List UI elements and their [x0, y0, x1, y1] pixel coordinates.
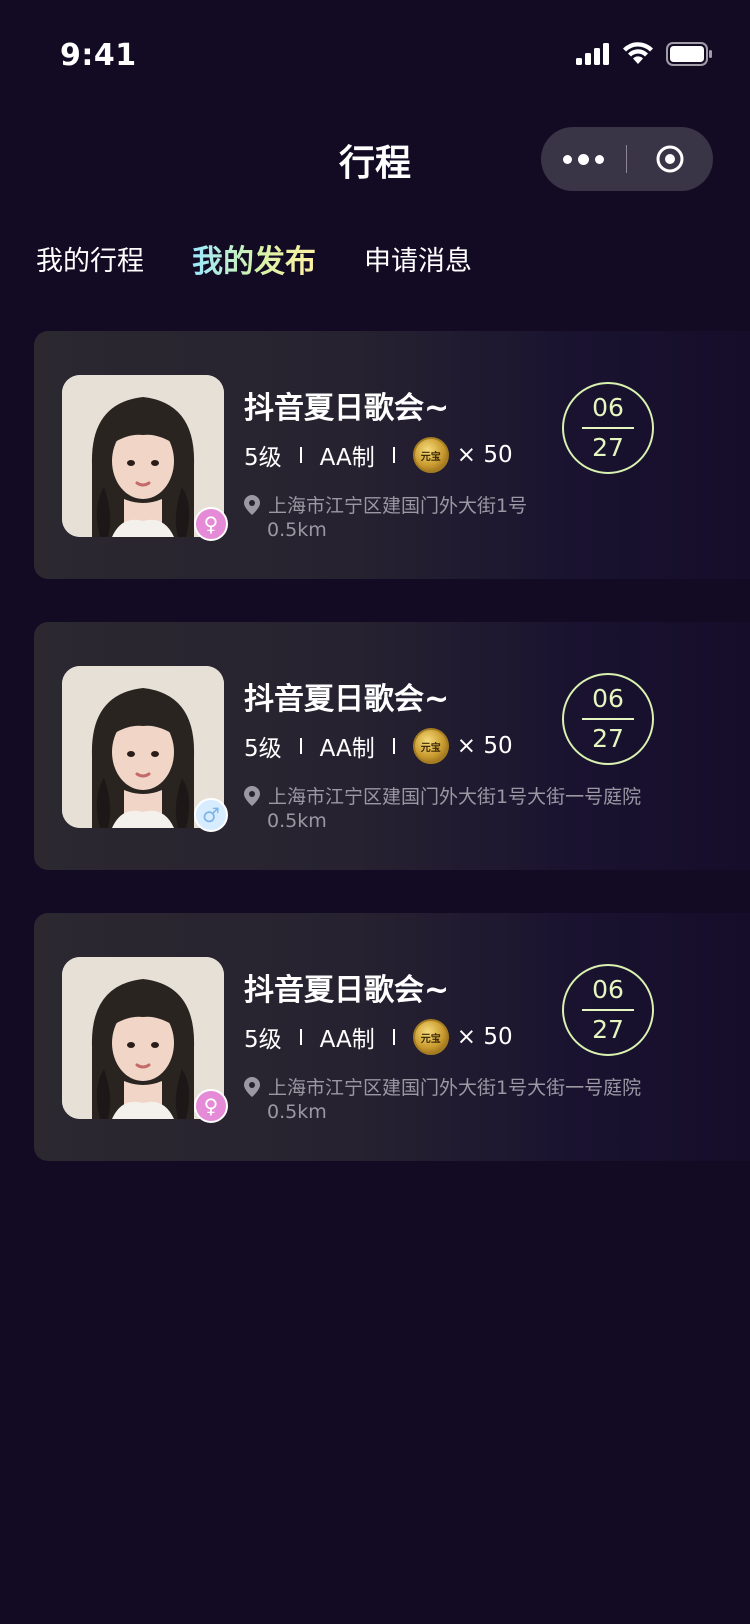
tab-applications[interactable]: 申请消息 [364, 242, 472, 282]
avatar-wrap: ♀ [62, 957, 228, 1123]
date-badge: 06 27 [562, 382, 654, 474]
date-day: 27 [592, 433, 624, 462]
payment-label: AA制 [319, 1027, 375, 1053]
date-badge: 06 27 [562, 673, 654, 765]
more-dot-right [595, 154, 604, 164]
date-divider [582, 1009, 634, 1011]
location-pin-icon [244, 494, 260, 515]
meta-divider [299, 447, 302, 463]
meta-divider [299, 738, 302, 754]
more-dot-center [578, 153, 589, 165]
meta-divider [392, 738, 395, 754]
tab-my-posts[interactable]: 我的发布 [192, 242, 316, 282]
trip-card[interactable]: ♂ 抖音夏日歌会~ 5级 AA制 元宝 × 50 上海市江宁区建国门外大街1号大… [34, 622, 750, 870]
distance-text: 0.5km [267, 1101, 327, 1123]
level-label: 5级 [244, 1027, 282, 1053]
address-row: 上海市江宁区建国门外大街1号大街一号庭院 [244, 782, 641, 809]
address-text: 上海市江宁区建国门外大街1号 [268, 495, 528, 517]
close-button[interactable] [627, 144, 713, 174]
coin-icon: 元宝 [412, 728, 449, 764]
female-icon: ♀ [194, 507, 228, 541]
coin-count: × 50 [456, 442, 513, 468]
trip-title: 抖音夏日歌会~ [244, 682, 450, 717]
trip-meta: 5级 AA制 元宝 × 50 [244, 728, 513, 764]
trip-title: 抖音夏日歌会~ [244, 973, 450, 1008]
trip-card[interactable]: ♀ 抖音夏日歌会~ 5级 AA制 元宝 × 50 上海市江宁区建国门外大街1号大… [34, 913, 750, 1161]
trip-card[interactable]: ♀ 抖音夏日歌会~ 5级 AA制 元宝 × 50 上海市江宁区建国门外大街1号 … [34, 331, 750, 579]
location-pin-icon [244, 785, 260, 806]
tab-my-trips[interactable]: 我的行程 [36, 242, 144, 282]
wifi-icon [623, 42, 653, 64]
address-text: 上海市江宁区建国门外大街1号大街一号庭院 [268, 786, 642, 808]
date-month: 06 [592, 393, 624, 422]
coin-count: × 50 [456, 733, 513, 759]
mini-program-capsule [541, 127, 713, 191]
status-bar: 9:41 [0, 0, 750, 88]
male-icon: ♂ [194, 798, 228, 832]
date-month: 06 [592, 975, 624, 1004]
address-row: 上海市江宁区建国门外大街1号大街一号庭院 [244, 1073, 641, 1100]
cellular-signal-icon [576, 43, 609, 65]
target-icon [656, 145, 684, 173]
payment-label: AA制 [319, 445, 375, 471]
more-dots-icon [563, 154, 572, 164]
female-icon: ♀ [194, 1089, 228, 1123]
date-day: 27 [592, 1015, 624, 1044]
date-day: 27 [592, 724, 624, 753]
coin-icon: 元宝 [412, 1019, 449, 1055]
location-pin-icon [244, 1076, 260, 1097]
coin-icon: 元宝 [412, 437, 449, 473]
meta-divider [299, 1029, 302, 1045]
distance-text: 0.5km [267, 810, 327, 832]
trip-meta: 5级 AA制 元宝 × 50 [244, 1019, 513, 1055]
avatar-wrap: ♀ [62, 375, 228, 541]
more-button[interactable] [541, 153, 626, 165]
trip-meta: 5级 AA制 元宝 × 50 [244, 437, 513, 473]
meta-divider [392, 447, 395, 463]
tab-bar: 我的行程 我的发布 申请消息 [36, 242, 520, 282]
address-text: 上海市江宁区建国门外大街1号大街一号庭院 [268, 1077, 642, 1099]
avatar-wrap: ♂ [62, 666, 228, 832]
date-divider [582, 718, 634, 720]
date-badge: 06 27 [562, 964, 654, 1056]
date-divider [582, 427, 634, 429]
trip-title: 抖音夏日歌会~ [244, 391, 450, 426]
payment-label: AA制 [319, 736, 375, 762]
address-row: 上海市江宁区建国门外大街1号 [244, 491, 527, 518]
status-time: 9:41 [60, 38, 137, 73]
level-label: 5级 [244, 736, 282, 762]
date-month: 06 [592, 684, 624, 713]
coin-count: × 50 [456, 1024, 513, 1050]
status-icons [576, 42, 712, 66]
battery-icon [666, 42, 712, 66]
distance-text: 0.5km [267, 519, 327, 541]
meta-divider [392, 1029, 395, 1045]
level-label: 5级 [244, 445, 282, 471]
